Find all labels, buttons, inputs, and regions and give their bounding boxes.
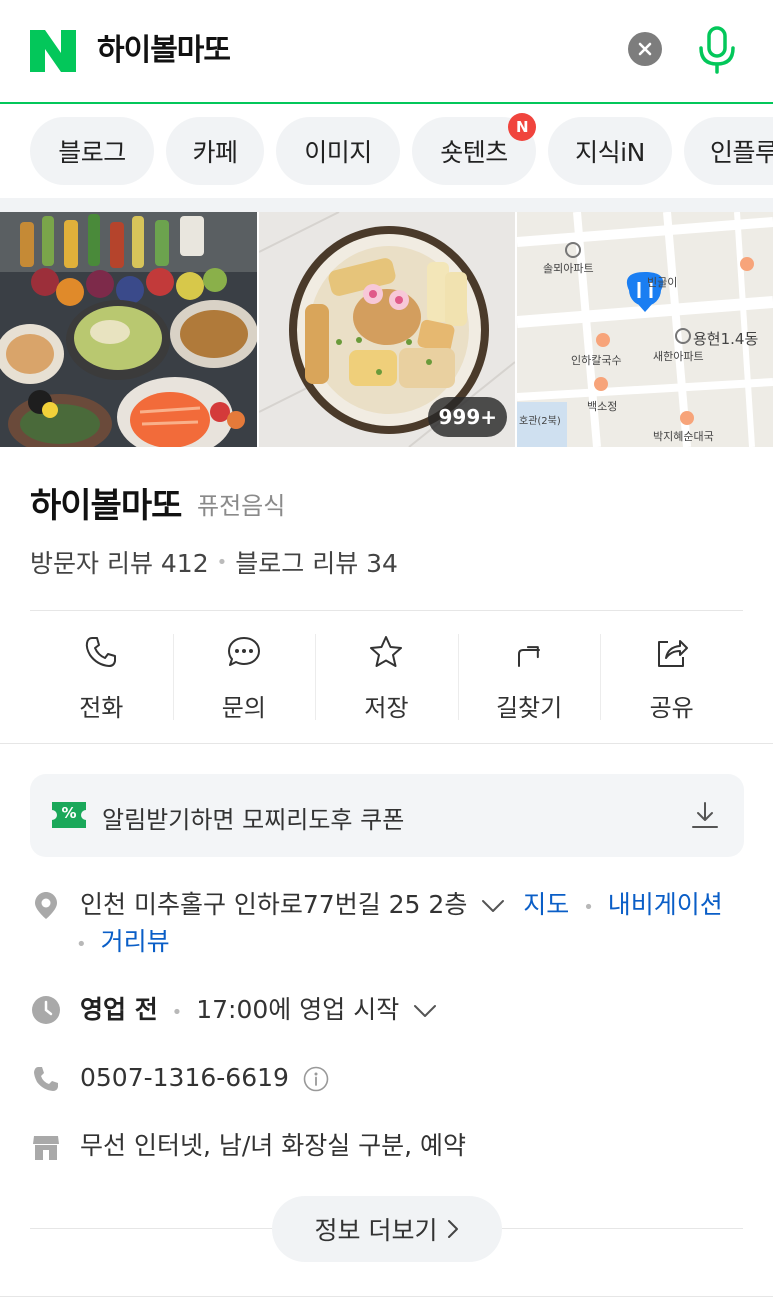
search-category-tabs: 블로그 카페 이미지 숏텐츠 N 지식iN 인플루 xyxy=(0,104,773,198)
info-icon[interactable] xyxy=(303,1066,329,1092)
map-label: 호관(2북) xyxy=(519,416,561,427)
hours-status: 영업 전 xyxy=(80,995,158,1024)
clear-search-button[interactable] xyxy=(628,32,662,66)
search-bar: 하이볼마또 xyxy=(0,0,773,104)
photo-count-badge: 999+ xyxy=(428,397,507,437)
tab-label: 숏텐츠 xyxy=(440,138,508,167)
map-label: 인하칼국수 xyxy=(571,354,622,367)
amenities-text: 무선 인터넷, 남/녀 화장실 구분, 예약 xyxy=(80,1131,467,1160)
tab-shortents[interactable]: 숏텐츠 N xyxy=(412,113,536,185)
separator-dot: • xyxy=(171,1002,183,1023)
action-label: 전화 xyxy=(79,694,124,722)
coupon-icon: % xyxy=(52,802,86,828)
divider xyxy=(30,610,743,611)
tab-label: 이미지 xyxy=(304,138,372,167)
share-icon xyxy=(657,640,688,667)
save-button[interactable]: 저장 xyxy=(315,612,458,742)
chat-icon xyxy=(227,637,260,666)
map-label: 용현1.4동 xyxy=(693,330,759,348)
photo-gallery: 999+ 솔뫼아파트 빈글이 용현1.4동 인하칼국수 새한아파트 백소정 호관… xyxy=(0,212,773,447)
address-row: 인천 미추홀구 인하로77번길 25 2층 지도 • 내비게이션 xyxy=(80,887,750,926)
visitor-reviews-link[interactable]: 방문자 리뷰 412 xyxy=(30,544,209,580)
map-thumbnail[interactable]: 솔뫼아파트 빈글이 용현1.4동 인하칼국수 새한아파트 백소정 호관(2북) … xyxy=(517,212,773,447)
directions-icon xyxy=(518,646,541,667)
coupon-text: 알림받기하면 모찌리도후 쿠폰 xyxy=(102,806,405,834)
navigation-link[interactable]: 내비게이션 xyxy=(608,890,723,919)
action-label: 길찾기 xyxy=(495,694,563,722)
call-button[interactable]: 전화 xyxy=(30,612,173,742)
microphone-icon xyxy=(699,26,735,74)
tab-label: 인플루 xyxy=(710,138,773,167)
place-category: 퓨전음식 xyxy=(197,492,286,520)
action-label: 저장 xyxy=(364,694,409,722)
chevron-right-icon xyxy=(448,1220,459,1238)
address-text[interactable]: 인천 미추홀구 인하로77번길 25 2층 xyxy=(80,890,467,919)
address-row-continued: • 거리뷰 xyxy=(76,924,170,963)
tab-influencer[interactable]: 인플루 xyxy=(684,117,773,185)
separator-dot: • xyxy=(216,551,228,573)
more-info-button[interactable]: 정보 더보기 xyxy=(272,1196,502,1262)
phone-row: 0507-1316-6619 xyxy=(80,1060,329,1096)
hours-row[interactable]: 영업 전 • 17:00에 영업 시작 xyxy=(80,992,437,1031)
section-separator xyxy=(0,198,773,212)
separator-dot: • xyxy=(76,934,87,955)
chevron-down-icon[interactable] xyxy=(481,899,505,913)
location-pin-icon xyxy=(35,892,57,919)
map-label: 빈글이 xyxy=(647,276,678,289)
hours-detail: 17:00에 영업 시작 xyxy=(196,995,400,1024)
tab-knowledge-in[interactable]: 지식iN xyxy=(548,117,672,185)
phone-icon xyxy=(86,637,117,667)
map-link[interactable]: 지도 xyxy=(523,890,569,919)
coupon-banner[interactable]: % 알림받기하면 모찌리도후 쿠폰 xyxy=(30,774,744,857)
tab-label: 블로그 xyxy=(58,138,126,167)
download-icon[interactable] xyxy=(690,800,720,830)
directions-button[interactable]: 길찾기 xyxy=(457,612,601,742)
divider xyxy=(0,743,773,744)
more-info-label: 정보 더보기 xyxy=(314,1216,438,1245)
action-bar: 전화 문의 저장 길찾기 공유 xyxy=(30,612,743,742)
divider xyxy=(0,1296,773,1297)
tab-label: 카페 xyxy=(192,138,238,167)
inquiry-button[interactable]: 문의 xyxy=(172,612,316,742)
place-name: 하이볼마또 xyxy=(30,486,182,526)
map-label: 박지혜순대국 xyxy=(653,430,714,443)
action-label: 문의 xyxy=(221,694,266,722)
tab-blog[interactable]: 블로그 xyxy=(30,117,154,185)
voice-search-button[interactable] xyxy=(694,24,740,76)
close-icon xyxy=(638,42,652,56)
new-badge: N xyxy=(508,113,536,141)
review-summary: 방문자 리뷰 412 • 블로그 리뷰 34 xyxy=(30,544,398,580)
tab-image[interactable]: 이미지 xyxy=(276,117,400,185)
street-view-link[interactable]: 거리뷰 xyxy=(101,927,170,956)
share-button[interactable]: 공유 xyxy=(600,612,743,742)
chevron-down-icon[interactable] xyxy=(413,1004,437,1018)
tab-label: 지식iN xyxy=(575,138,645,167)
star-icon xyxy=(370,636,403,667)
map-label: 백소정 xyxy=(587,400,618,413)
map-label: 새한아파트 xyxy=(653,350,704,363)
search-query[interactable]: 하이볼마또 xyxy=(97,30,231,72)
action-label: 공유 xyxy=(649,694,694,722)
coupon-badge: % xyxy=(61,804,77,822)
food-photo-1[interactable] xyxy=(0,212,257,447)
store-icon xyxy=(33,1136,59,1160)
clock-icon xyxy=(32,996,60,1024)
phone-icon xyxy=(34,1067,58,1091)
phone-number[interactable]: 0507-1316-6619 xyxy=(80,1063,289,1092)
amenities-row: 무선 인터넷, 남/녀 화장실 구분, 예약 xyxy=(80,1128,466,1164)
blog-reviews-link[interactable]: 블로그 리뷰 34 xyxy=(235,544,398,580)
naver-logo[interactable] xyxy=(30,30,76,72)
map-label: 솔뫼아파트 xyxy=(543,262,594,275)
food-photo-2[interactable]: 999+ xyxy=(259,212,515,447)
separator-dot: • xyxy=(583,897,594,918)
tab-cafe[interactable]: 카페 xyxy=(166,117,264,185)
